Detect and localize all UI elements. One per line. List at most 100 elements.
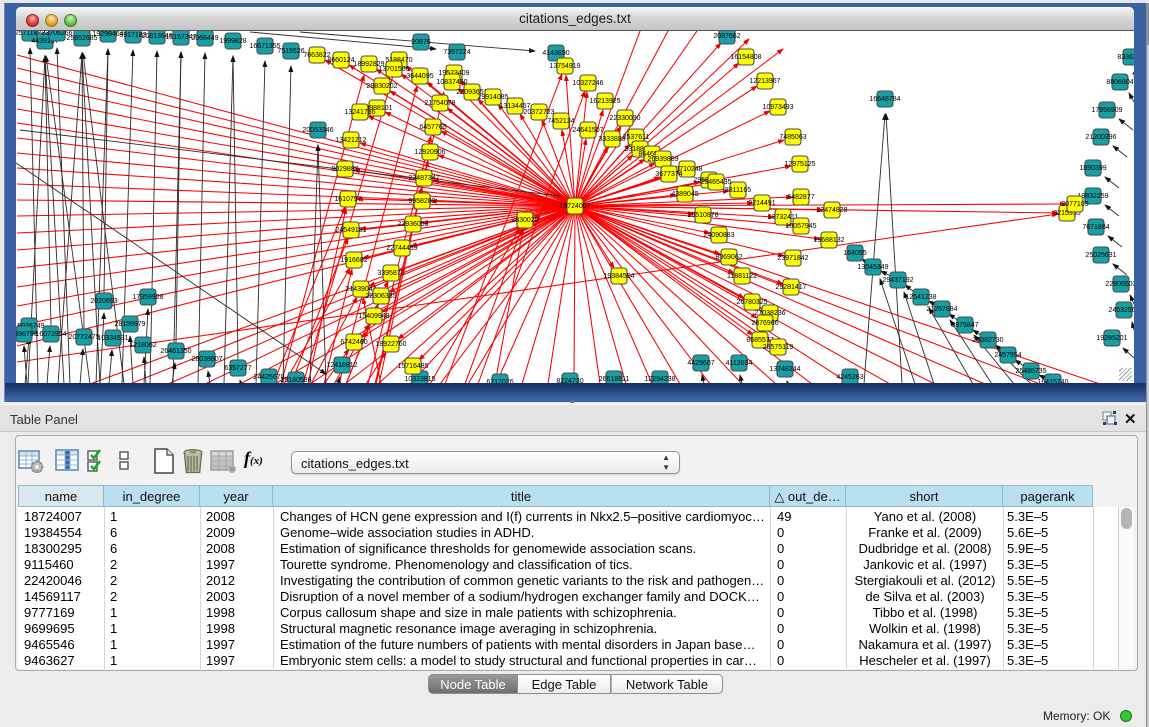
svg-text:3333883: 3333883 xyxy=(598,136,625,143)
svg-text:18922760: 18922760 xyxy=(375,341,406,348)
svg-text:10323815: 10323815 xyxy=(404,376,435,383)
svg-text:2830029: 2830029 xyxy=(511,217,538,224)
svg-text:28159979: 28159979 xyxy=(114,321,145,328)
svg-text:21257684: 21257684 xyxy=(926,306,957,313)
svg-text:7452134: 7452134 xyxy=(547,118,574,125)
svg-text:25025631: 25025631 xyxy=(1085,252,1116,259)
svg-text:24090883: 24090883 xyxy=(703,232,734,239)
svg-text:20372723: 20372723 xyxy=(523,109,554,116)
svg-text:15180586: 15180586 xyxy=(280,377,311,383)
svg-text:1916682: 1916682 xyxy=(340,257,367,264)
svg-text:28082730: 28082730 xyxy=(972,337,1003,344)
svg-text:9958289: 9958289 xyxy=(408,198,435,205)
svg-text:16510878: 16510878 xyxy=(687,212,718,219)
svg-text:24641507: 24641507 xyxy=(572,127,603,134)
svg-text:13701506: 13701506 xyxy=(378,66,409,73)
svg-text:10973493: 10973493 xyxy=(762,104,793,111)
svg-text:13045349: 13045349 xyxy=(857,264,888,271)
svg-text:22306335: 22306335 xyxy=(365,293,396,300)
svg-text:25485735: 25485735 xyxy=(1015,368,1046,375)
svg-text:16213925: 16213925 xyxy=(589,98,620,105)
svg-text:20876: 20876 xyxy=(411,39,431,46)
svg-text:16072954: 16072954 xyxy=(35,331,66,338)
svg-text:7515526: 7515526 xyxy=(277,48,304,55)
svg-text:8336273: 8336273 xyxy=(1117,54,1134,61)
svg-text:19285201: 19285201 xyxy=(1096,335,1127,342)
svg-text:16415740: 16415740 xyxy=(1037,379,1068,383)
svg-text:12920906: 12920906 xyxy=(414,149,445,156)
svg-text:4112034: 4112034 xyxy=(726,360,753,367)
svg-text:23487347: 23487347 xyxy=(408,175,439,182)
svg-text:21200396: 21200396 xyxy=(1085,134,1116,141)
svg-text:13754919: 13754919 xyxy=(549,63,580,70)
svg-text:11881122: 11881122 xyxy=(727,273,757,280)
svg-text:164095: 164095 xyxy=(843,250,866,257)
svg-text:7671884: 7671884 xyxy=(1082,224,1109,231)
svg-text:15716485: 15716485 xyxy=(397,363,428,370)
svg-text:6482877: 6482877 xyxy=(787,194,814,201)
svg-text:3644095: 3644095 xyxy=(406,73,433,80)
svg-text:8806804: 8806804 xyxy=(1106,79,1133,86)
svg-text:22744459: 22744459 xyxy=(386,245,417,252)
svg-text:4245263: 4245263 xyxy=(836,374,863,381)
svg-text:29437192: 29437192 xyxy=(882,277,913,284)
svg-text:4143890: 4143890 xyxy=(542,50,569,57)
svg-text:3677374: 3677374 xyxy=(655,171,682,178)
svg-text:12416912: 12416912 xyxy=(326,362,357,369)
svg-text:23936053: 23936053 xyxy=(397,221,428,228)
svg-text:6357277: 6357277 xyxy=(224,365,251,372)
svg-text:8029889: 8029889 xyxy=(331,166,358,173)
svg-text:28830202: 28830202 xyxy=(366,83,397,90)
svg-text:12294238: 12294238 xyxy=(644,376,675,383)
svg-text:28575119: 28575119 xyxy=(763,344,794,351)
svg-text:2537611: 2537611 xyxy=(623,134,650,141)
svg-text:25465435: 25465435 xyxy=(700,179,731,186)
svg-text:21439044: 21439044 xyxy=(345,286,376,293)
svg-text:28038807: 28038807 xyxy=(191,356,222,363)
svg-text:1890399: 1890399 xyxy=(1079,165,1106,172)
svg-text:1610757: 1610757 xyxy=(334,196,361,203)
svg-text:13421212: 13421212 xyxy=(335,137,366,144)
svg-text:2066449: 2066449 xyxy=(191,35,218,42)
svg-text:8224730: 8224730 xyxy=(556,378,583,383)
svg-text:18724007: 18724007 xyxy=(559,203,590,210)
svg-text:20772475: 20772475 xyxy=(68,334,99,341)
svg-text:19688132: 19688132 xyxy=(813,237,844,244)
svg-text:22806503: 22806503 xyxy=(1105,281,1134,288)
svg-text:15409948: 15409948 xyxy=(358,313,389,320)
svg-text:26939869: 26939869 xyxy=(647,156,678,163)
svg-text:6742460: 6742460 xyxy=(340,339,367,346)
svg-text:3395870: 3395870 xyxy=(377,270,404,277)
svg-text:12975125: 12975125 xyxy=(784,161,815,168)
svg-text:6457765: 6457765 xyxy=(419,124,446,131)
svg-text:16671355: 16671355 xyxy=(249,43,280,50)
svg-text:29914085: 29914085 xyxy=(477,94,508,101)
svg-text:2876966: 2876966 xyxy=(751,320,778,327)
svg-text:17956909: 17956909 xyxy=(1091,107,1122,114)
svg-text:7357224: 7357224 xyxy=(443,49,470,56)
svg-text:1999828: 1999828 xyxy=(219,38,246,45)
svg-text:12213967: 12213967 xyxy=(749,78,780,85)
svg-text:22330030: 22330030 xyxy=(609,115,640,122)
svg-text:17359928: 17359928 xyxy=(132,294,163,301)
svg-text:23971842: 23971842 xyxy=(777,255,808,262)
svg-text:7485063: 7485063 xyxy=(779,134,806,141)
svg-text:2087662: 2087662 xyxy=(713,33,740,40)
svg-text:13241736: 13241736 xyxy=(344,109,375,116)
svg-text:13748244: 13748244 xyxy=(769,366,800,373)
svg-text:10334531: 10334531 xyxy=(97,335,128,342)
svg-text:20053346: 20053346 xyxy=(302,127,333,134)
svg-text:2457954: 2457954 xyxy=(994,352,1021,359)
svg-text:2020653: 2020653 xyxy=(90,298,117,305)
svg-text:8660124: 8660124 xyxy=(327,57,354,64)
svg-text:4389045: 4389045 xyxy=(671,191,698,198)
svg-text:10327246: 10327246 xyxy=(572,80,603,87)
svg-text:24549181: 24549181 xyxy=(335,227,366,234)
svg-text:21754078: 21754078 xyxy=(424,100,455,107)
svg-text:12541238: 12541238 xyxy=(905,294,936,301)
svg-text:10057945: 10057945 xyxy=(785,223,816,230)
svg-text:8369062: 8369062 xyxy=(715,254,742,261)
svg-text:22474828: 22474828 xyxy=(816,207,847,214)
svg-text:9214491: 9214491 xyxy=(748,200,775,207)
svg-text:10837430: 10837430 xyxy=(436,79,467,86)
